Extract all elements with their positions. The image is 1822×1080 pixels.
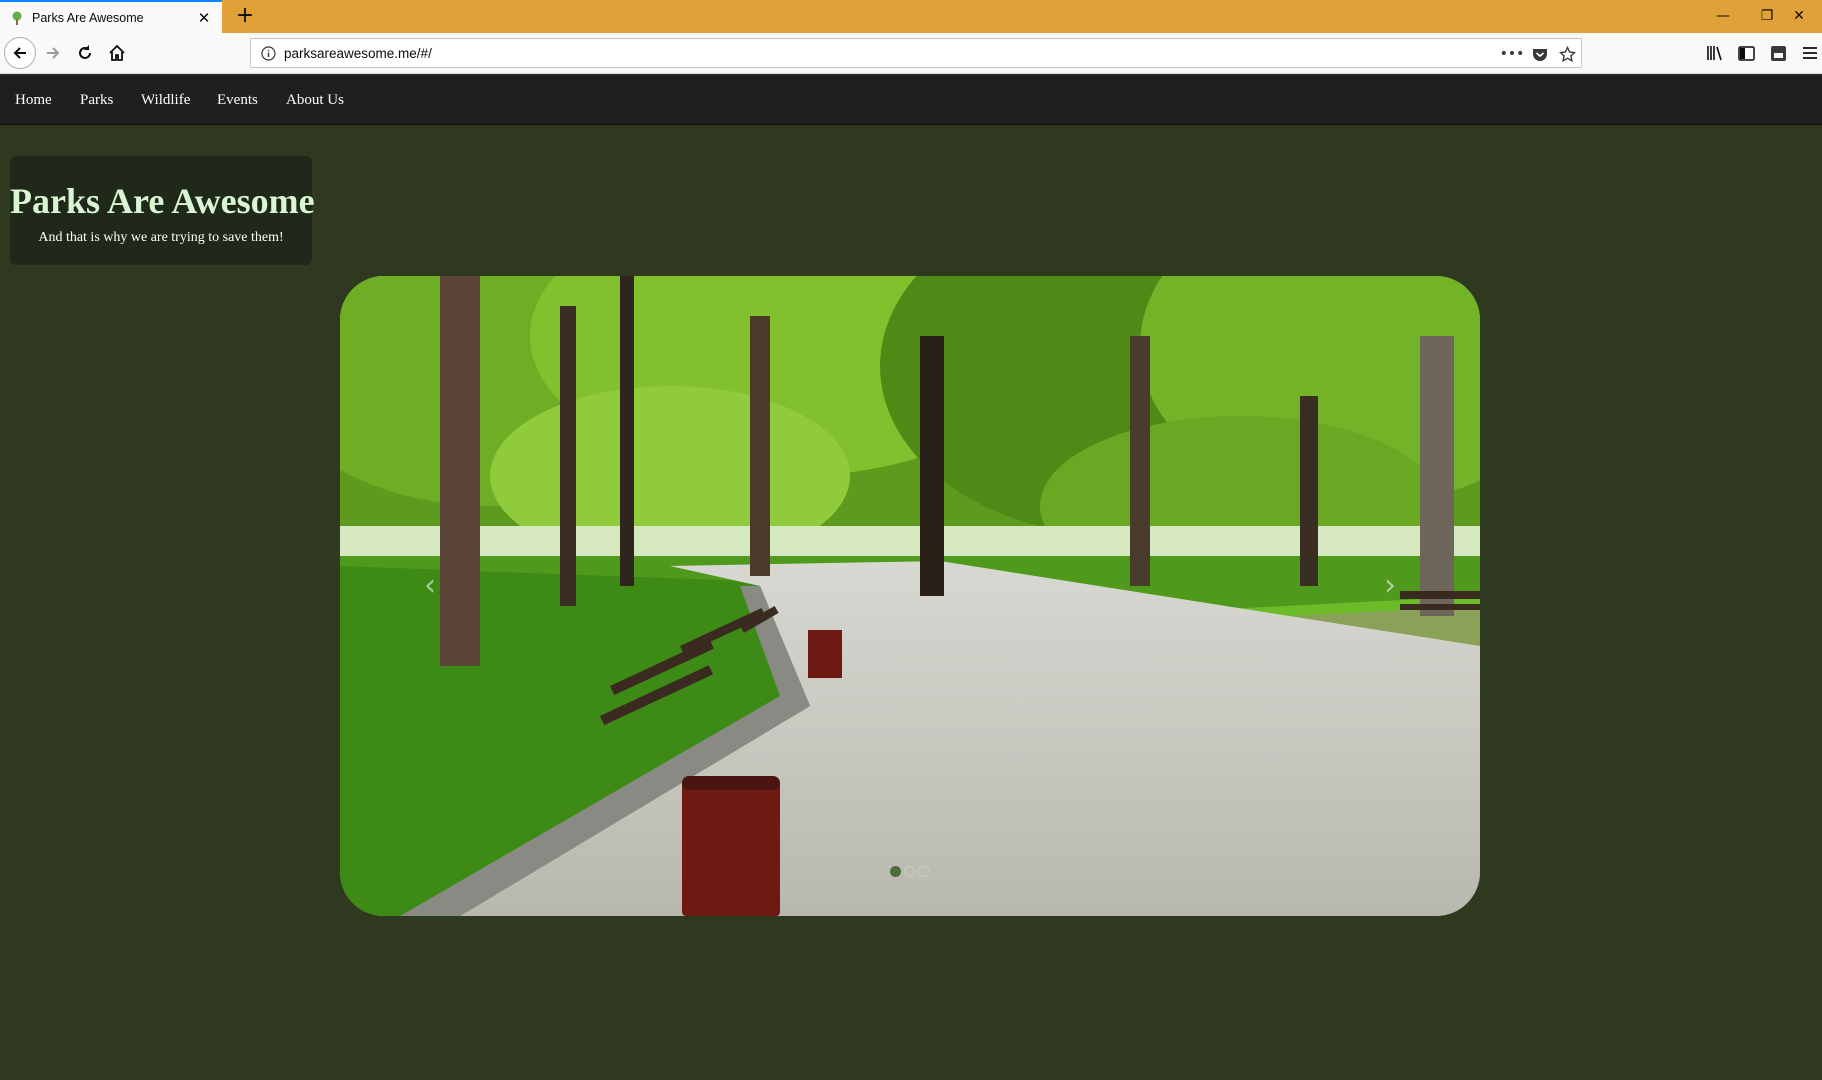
library-icon bbox=[1707, 46, 1722, 61]
browser-toolbar: parksareawesome.me/#/ ••• bbox=[0, 33, 1822, 74]
hero-header-box: Parks Are Awesome And that is why we are… bbox=[10, 156, 315, 265]
back-button[interactable] bbox=[4, 37, 36, 69]
browser-tab-active[interactable]: Parks Are Awesome ✕ bbox=[0, 0, 222, 33]
pocket-icon[interactable] bbox=[1529, 44, 1551, 64]
tree-favicon-icon bbox=[10, 11, 24, 25]
carousel-indicator-1[interactable] bbox=[890, 866, 901, 877]
sidebar-button[interactable] bbox=[1731, 38, 1761, 68]
back-icon bbox=[13, 47, 26, 59]
carousel-indicators bbox=[890, 866, 929, 877]
browser-tab-strip: Parks Are Awesome ✕ + — ❐ ✕ bbox=[0, 0, 1822, 33]
sidebar-icon bbox=[1737, 45, 1755, 61]
url-bar[interactable]: parksareawesome.me/#/ ••• bbox=[250, 38, 1582, 68]
nav-events-link[interactable]: Events bbox=[217, 75, 258, 125]
window-minimize-button[interactable]: — bbox=[1700, 0, 1746, 33]
url-text[interactable]: parksareawesome.me/#/ bbox=[284, 46, 432, 61]
star-icon[interactable] bbox=[1556, 44, 1578, 64]
forward-button[interactable] bbox=[38, 38, 68, 68]
nav-about-us-link[interactable]: About Us bbox=[286, 75, 344, 125]
window-close-button[interactable]: ✕ bbox=[1776, 0, 1822, 33]
tab-close-icon[interactable]: ✕ bbox=[196, 9, 212, 27]
new-tab-button[interactable]: + bbox=[232, 3, 258, 29]
park-path-photo bbox=[340, 276, 1480, 916]
screenshot-icon bbox=[1770, 45, 1786, 61]
menu-button[interactable] bbox=[1795, 38, 1822, 68]
forward-icon bbox=[47, 47, 60, 59]
page-actions-icon[interactable]: ••• bbox=[1500, 44, 1525, 64]
site-subtitle: And that is why we are trying to save th… bbox=[38, 230, 284, 245]
nav-wildlife-link[interactable]: Wildlife bbox=[141, 75, 190, 125]
library-button[interactable] bbox=[1700, 38, 1730, 68]
nav-parks-link[interactable]: Parks bbox=[80, 75, 113, 125]
site-title: Parks Are Awesome bbox=[10, 181, 315, 221]
nav-home-link[interactable]: Home bbox=[15, 75, 52, 125]
menu-icon bbox=[1803, 47, 1817, 59]
carousel-indicator-3[interactable] bbox=[918, 866, 929, 877]
info-icon[interactable] bbox=[261, 46, 276, 66]
site-navbar: Home Parks Wildlife Events About Us bbox=[0, 75, 1822, 125]
carousel-indicator-2[interactable] bbox=[904, 866, 915, 877]
reload-icon bbox=[79, 45, 91, 59]
screenshot-button[interactable] bbox=[1763, 38, 1793, 68]
reload-button[interactable] bbox=[70, 38, 100, 68]
carousel-next-icon[interactable]: › bbox=[1370, 566, 1410, 606]
carousel-prev-icon[interactable]: ‹ bbox=[410, 566, 450, 606]
tab-title: Parks Are Awesome bbox=[32, 10, 144, 25]
home-button[interactable] bbox=[102, 38, 132, 68]
home-icon bbox=[109, 44, 125, 61]
park-image-carousel[interactable]: ‹ › bbox=[340, 276, 1480, 916]
